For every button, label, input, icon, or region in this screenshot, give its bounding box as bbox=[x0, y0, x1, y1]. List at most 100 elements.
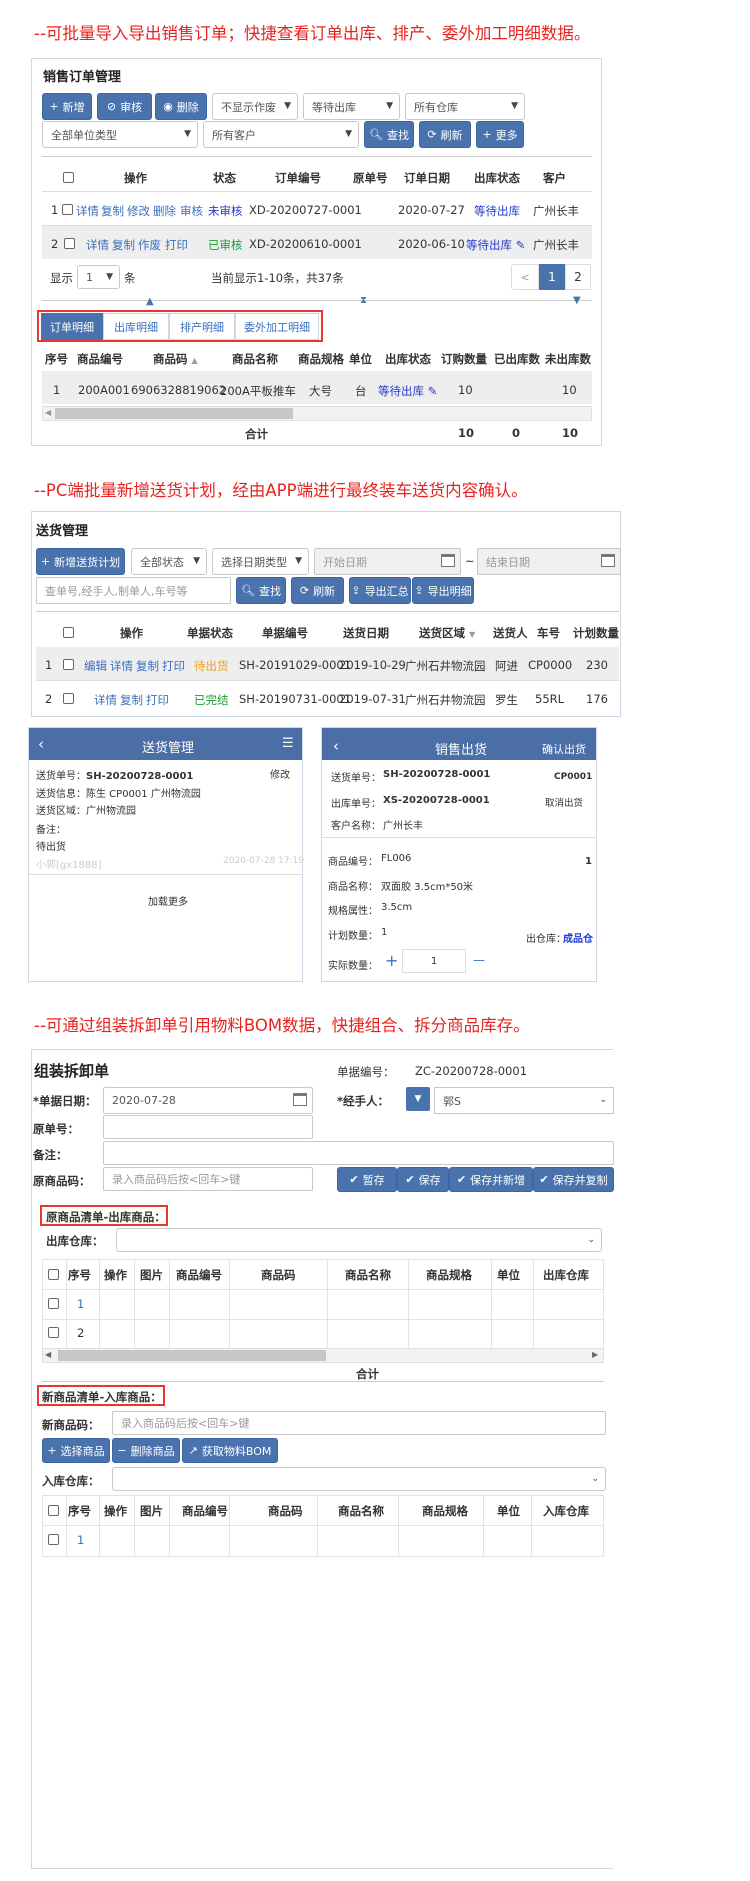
add-button[interactable]: + 新增 bbox=[42, 93, 92, 120]
select-all-checkbox[interactable] bbox=[48, 1505, 59, 1516]
save-draft-button[interactable]: ✔ 暂存 bbox=[337, 1167, 397, 1192]
start-date-input[interactable]: 开始日期 bbox=[314, 548, 461, 575]
save-and-new-button[interactable]: ✔ 保存并新增 bbox=[449, 1167, 533, 1192]
refresh-button[interactable]: ⟳ 刷新 bbox=[291, 577, 344, 604]
save-and-copy-button[interactable]: ✔ 保存并复制 bbox=[533, 1167, 614, 1192]
edit-link[interactable]: 编辑 bbox=[84, 658, 107, 674]
detail-link[interactable]: 详情 bbox=[86, 237, 109, 253]
new-code-input[interactable]: 录入商品码后按<回车>键 bbox=[112, 1411, 606, 1435]
void-filter-select[interactable]: 不显示作废 ▼ bbox=[212, 93, 298, 120]
detail-link[interactable]: 详情 bbox=[76, 203, 99, 219]
more-button[interactable]: + 更多 bbox=[476, 121, 524, 148]
copy-link[interactable]: 复制 bbox=[101, 203, 124, 219]
select-all-checkbox[interactable] bbox=[48, 1269, 59, 1280]
orig-no-input[interactable] bbox=[103, 1115, 313, 1139]
detail-link[interactable]: 详情 bbox=[94, 692, 117, 708]
edit-link[interactable]: 修改 bbox=[127, 203, 150, 219]
warehouse-filter-select[interactable]: 所有仓库 ▼ bbox=[405, 93, 525, 120]
page-1-button[interactable]: 1 bbox=[539, 264, 565, 290]
end-date-input[interactable]: 结束日期 bbox=[477, 548, 621, 575]
page-2-button[interactable]: 2 bbox=[565, 264, 591, 290]
export-detail-button[interactable]: ⇪ 导出明细 bbox=[412, 577, 474, 604]
refresh-button[interactable]: ⟳ 刷新 bbox=[419, 121, 471, 148]
scroll-left-icon[interactable]: ◀ bbox=[45, 408, 51, 417]
date-type-select[interactable]: 选择日期类型 ▼ bbox=[212, 548, 309, 575]
menu-icon[interactable]: ☰ bbox=[282, 736, 294, 751]
get-bom-button[interactable]: ↗ 获取物料BOM bbox=[182, 1438, 278, 1463]
date-input[interactable]: 2020-07-28 bbox=[103, 1087, 313, 1114]
tab-outsourcing-detail[interactable]: 委外加工明细 bbox=[235, 313, 319, 340]
page-size-select[interactable]: 1 ▼ bbox=[77, 265, 120, 289]
outbound-filter-select[interactable]: 等待出库 ▼ bbox=[303, 93, 400, 120]
print-link[interactable]: 打印 bbox=[146, 692, 169, 708]
status-filter-select[interactable]: 全部状态 ▼ bbox=[131, 548, 207, 575]
tab-production-detail[interactable]: 排产明细 bbox=[169, 313, 235, 340]
splitter[interactable] bbox=[42, 300, 592, 301]
unit-type-select[interactable]: 全部单位类型 ▼ bbox=[42, 121, 198, 148]
scrollbar-thumb[interactable] bbox=[58, 1350, 326, 1361]
actual-qty-input[interactable]: 1 bbox=[402, 949, 466, 973]
scroll-right-icon[interactable]: ▶ bbox=[592, 1350, 598, 1359]
row-checkbox[interactable] bbox=[48, 1534, 59, 1545]
increase-button[interactable]: + bbox=[385, 951, 398, 970]
handler-picker-button[interactable]: ▼ bbox=[406, 1087, 430, 1111]
in-warehouse-select[interactable]: ⌄ bbox=[112, 1467, 606, 1491]
out-warehouse-select[interactable]: ⌄ bbox=[116, 1228, 602, 1252]
delete-button[interactable]: ◉ 删除 bbox=[155, 93, 207, 120]
audit-button[interactable]: ⊘ 审核 bbox=[97, 93, 152, 120]
confirm-shipment-button[interactable]: 确认出货 bbox=[542, 741, 586, 757]
tab-outbound-detail[interactable]: 出库明细 bbox=[103, 313, 169, 340]
remove-product-button[interactable]: − 删除商品 bbox=[112, 1438, 180, 1463]
row-checkbox[interactable] bbox=[63, 659, 74, 670]
save-button[interactable]: ✔ 保存 bbox=[397, 1167, 449, 1192]
status-badge: 已完结 bbox=[194, 693, 229, 707]
handler-select[interactable]: 郭S ⌄ bbox=[434, 1087, 614, 1114]
splitter-handle-icon[interactable]: ⧗ bbox=[360, 295, 367, 306]
print-link[interactable]: 打印 bbox=[165, 237, 188, 253]
outbound-status-link[interactable]: 等待出库 ✎ bbox=[378, 383, 437, 399]
back-arrow-icon[interactable]: ‹ bbox=[38, 735, 44, 753]
expand-up-icon[interactable]: ▲ bbox=[146, 296, 154, 307]
load-more-button[interactable]: 加载更多 bbox=[148, 893, 188, 908]
col-header: 车号 bbox=[537, 626, 560, 640]
back-arrow-icon[interactable]: ‹ bbox=[333, 737, 339, 755]
delete-link[interactable]: 删除 bbox=[153, 203, 176, 219]
outbound-status-link[interactable]: 等待出库 ✎ bbox=[466, 237, 525, 253]
row-checkbox[interactable] bbox=[62, 204, 73, 215]
col-header[interactable]: 送货区域 ▼ bbox=[419, 625, 475, 641]
scrollbar-thumb[interactable] bbox=[55, 408, 293, 419]
void-link[interactable]: 作废 bbox=[138, 237, 161, 253]
outbound-status-link[interactable]: 等待出库 bbox=[474, 203, 520, 219]
print-link[interactable]: 打印 bbox=[162, 658, 185, 674]
collapse-down-icon[interactable]: ▼ bbox=[573, 295, 581, 306]
export-summary-button[interactable]: ⇪ 导出汇总 bbox=[349, 577, 411, 604]
scroll-left-icon[interactable]: ◀ bbox=[45, 1350, 51, 1359]
copy-link[interactable]: 复制 bbox=[112, 237, 135, 253]
info-line: 备注： bbox=[36, 825, 66, 836]
decrease-button[interactable]: — bbox=[473, 953, 485, 967]
edit-link[interactable]: 修改 bbox=[270, 766, 290, 781]
row-checkbox[interactable] bbox=[63, 693, 74, 704]
row-checkbox[interactable] bbox=[48, 1327, 59, 1338]
tab-order-detail[interactable]: 订单明细 bbox=[41, 313, 103, 340]
row-checkbox[interactable] bbox=[64, 238, 75, 249]
copy-link[interactable]: 复制 bbox=[120, 692, 143, 708]
select-product-button[interactable]: + 选择商品 bbox=[42, 1438, 110, 1463]
copy-link[interactable]: 复制 bbox=[136, 658, 159, 674]
select-all-checkbox[interactable] bbox=[63, 172, 74, 183]
orig-code-input[interactable]: 录入商品码后按<回车>键 bbox=[103, 1167, 313, 1191]
search-button[interactable]: 🔍︎ 查找 bbox=[236, 577, 286, 604]
col-header[interactable]: 商品码 ▲ bbox=[153, 351, 198, 367]
note-input[interactable] bbox=[103, 1141, 614, 1165]
plus-icon: + bbox=[40, 555, 51, 568]
audit-link[interactable]: 审核 bbox=[180, 203, 203, 219]
customer-select[interactable]: 所有客户 ▼ bbox=[203, 121, 359, 148]
search-button[interactable]: 🔍︎ 查找 bbox=[364, 121, 414, 148]
row-checkbox[interactable] bbox=[48, 1298, 59, 1309]
detail-link[interactable]: 详情 bbox=[110, 658, 133, 674]
cancel-shipment-link[interactable]: 取消出货 bbox=[545, 795, 583, 809]
prev-page-button[interactable]: < bbox=[511, 264, 539, 290]
add-delivery-plan-button[interactable]: + 新增送货计划 bbox=[36, 548, 125, 575]
keyword-search-input[interactable]: 查单号,经手人,制单人,车号等 bbox=[36, 577, 231, 604]
select-all-checkbox[interactable] bbox=[63, 627, 74, 638]
